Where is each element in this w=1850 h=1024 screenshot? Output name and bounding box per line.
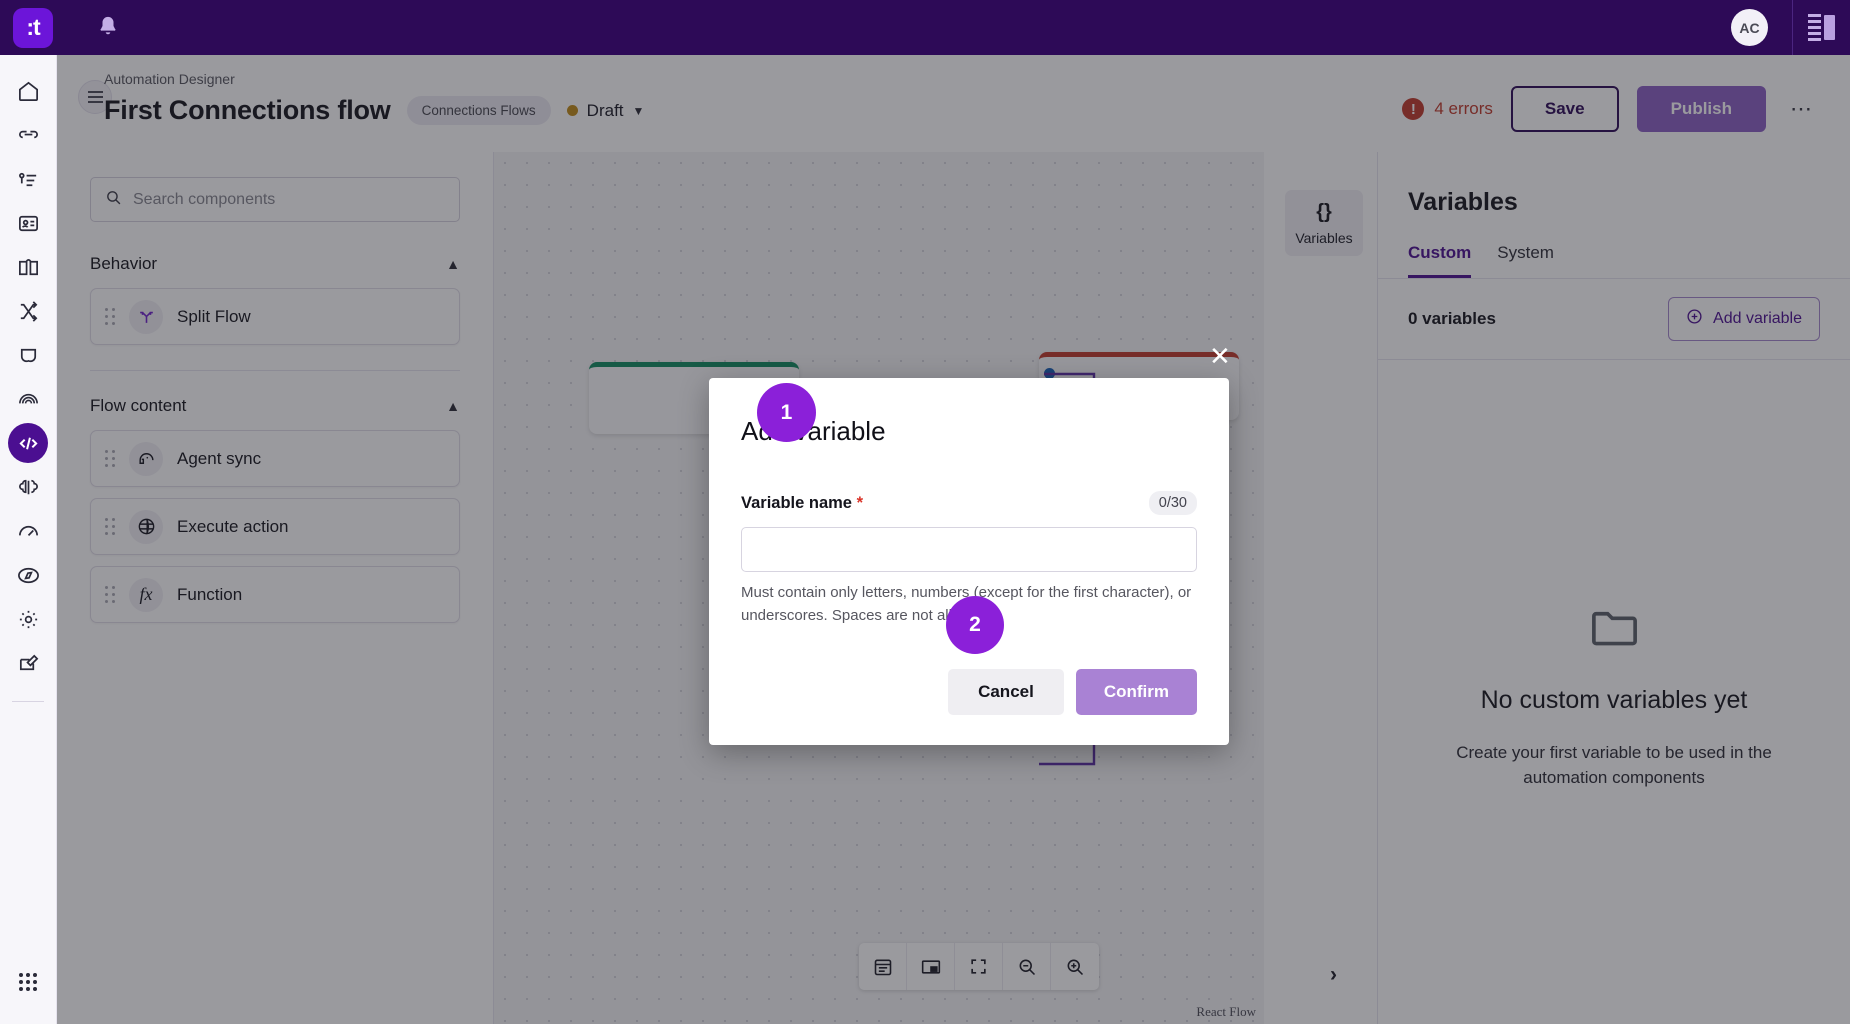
book-icon[interactable] <box>8 247 48 287</box>
compass-icon[interactable] <box>8 555 48 595</box>
top-navigation-bar: :t AC <box>0 0 1850 55</box>
character-counter: 0/30 <box>1148 491 1197 515</box>
brain-icon[interactable] <box>8 467 48 507</box>
app-logo[interactable]: :t <box>13 7 53 48</box>
step-marker-2: 2 <box>946 596 1004 654</box>
app-root: :t AC Automation Designer First Connecti… <box>0 0 1850 1024</box>
rail-divider <box>12 701 44 702</box>
apps-grid-icon[interactable] <box>8 962 48 1002</box>
close-icon[interactable]: ✕ <box>1209 341 1231 372</box>
gauge-icon[interactable] <box>8 511 48 551</box>
field-label-text: Variable name <box>741 493 852 512</box>
cancel-button[interactable]: Cancel <box>948 669 1064 715</box>
modal-actions: Cancel Confirm <box>741 669 1197 715</box>
shield-icon[interactable] <box>8 335 48 375</box>
variable-name-field-row: Variable name * 0/30 <box>741 491 1197 515</box>
gear-icon[interactable] <box>8 599 48 639</box>
left-icon-rail <box>0 55 57 1024</box>
fingerprint-icon[interactable] <box>8 379 48 419</box>
edit-square-icon[interactable] <box>8 643 48 683</box>
variable-name-input[interactable] <box>741 527 1197 572</box>
shuffle-icon[interactable] <box>8 291 48 331</box>
toggle-lines <box>1808 14 1821 41</box>
step-marker-1: 1 <box>757 383 816 442</box>
side-panel-toggle-icon[interactable] <box>1792 0 1850 55</box>
bell-icon[interactable] <box>97 15 119 41</box>
confirm-button[interactable]: Confirm <box>1075 669 1197 715</box>
variable-name-label: Variable name * <box>741 494 863 513</box>
home-icon[interactable] <box>8 71 48 111</box>
code-icon[interactable] <box>8 423 48 463</box>
link-icon[interactable] <box>8 115 48 155</box>
topbar-right-cluster: AC <box>1731 0 1850 55</box>
list-icon[interactable] <box>8 159 48 199</box>
toggle-block <box>1824 15 1835 40</box>
avatar[interactable]: AC <box>1731 9 1768 46</box>
required-asterisk: * <box>856 493 863 512</box>
contact-card-icon[interactable] <box>8 203 48 243</box>
